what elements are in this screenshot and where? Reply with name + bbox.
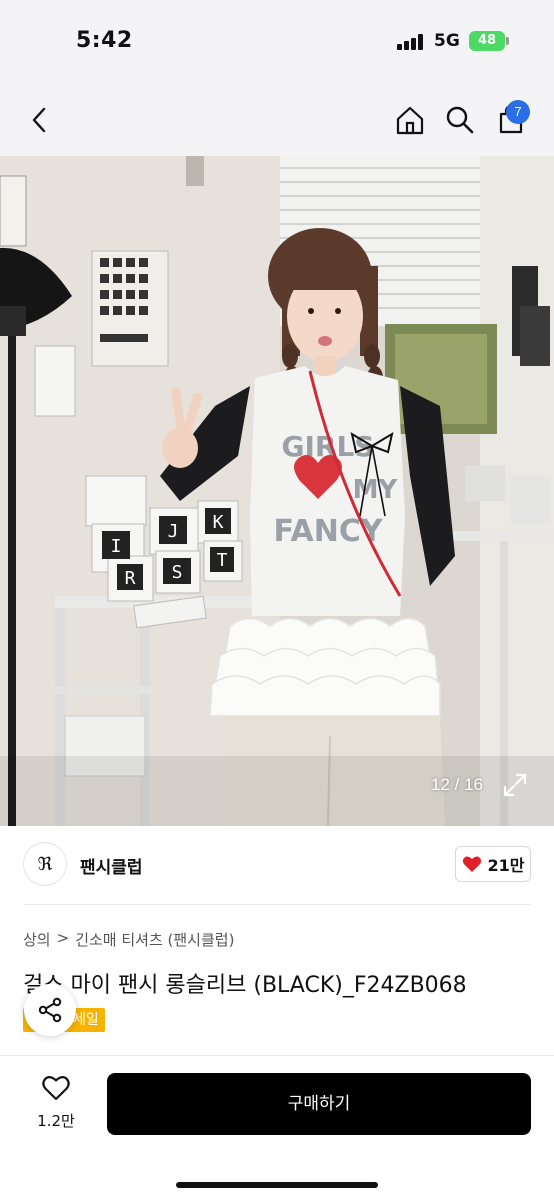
shop-logo[interactable]: ℜ <box>23 842 67 886</box>
product-image[interactable]: I J K R S T GIRLS MY FANCY <box>0 156 554 826</box>
search-icon[interactable] <box>442 102 478 138</box>
breadcrumb-item-category[interactable]: 상의 <box>23 929 51 950</box>
shop-like-button[interactable]: 21만 <box>455 846 531 882</box>
heart-filled-icon <box>462 856 481 872</box>
shop-row[interactable]: ℜ 팬시클럽 21만 <box>0 826 554 904</box>
breadcrumb-separator: > <box>56 929 70 947</box>
bottom-divider <box>0 1055 554 1056</box>
wish-count: 1.2만 <box>37 1112 75 1130</box>
status-time: 5:42 <box>76 28 133 53</box>
image-page-counter: 12 / 16 <box>431 775 483 794</box>
divider <box>23 904 531 905</box>
status-bar: 5:42 5G 48 <box>0 0 554 84</box>
home-indicator <box>176 1182 378 1188</box>
heart-outline-icon <box>42 1076 70 1101</box>
shop-name[interactable]: 팬시클럽 <box>80 853 143 878</box>
photo-box-letter: J <box>168 521 179 542</box>
product-photo-illustration: I J K R S T GIRLS MY FANCY <box>0 156 554 826</box>
home-icon[interactable] <box>392 102 428 138</box>
photo-box-letter: R <box>125 568 136 589</box>
battery-icon: 48 <box>469 31 505 51</box>
buy-button[interactable]: 구매하기 <box>107 1073 531 1135</box>
cart-count-badge: 7 <box>506 100 530 124</box>
photo-box-letter: K <box>213 512 224 533</box>
photo-box-letter: S <box>172 562 183 583</box>
shop-like-count: 21만 <box>487 856 525 875</box>
breadcrumb: 상의 > 긴소매 티셔츠 (팬시클럽) <box>23 929 234 950</box>
back-icon[interactable] <box>22 102 58 138</box>
nav-bar <box>0 84 554 156</box>
product-title: 걸스 마이 팬시 롱슬리브 (BLACK)_F24ZB068 <box>23 973 467 998</box>
signal-icon <box>397 34 425 50</box>
breadcrumb-item-subcategory[interactable]: 긴소매 티셔츠 (팬시클럽) <box>75 929 234 950</box>
network-label: 5G <box>434 31 460 51</box>
shirt-print-line-2: MY <box>353 475 399 505</box>
wish-button[interactable]: 1.2만 <box>30 1074 82 1134</box>
share-icon <box>38 997 62 1023</box>
battery-tip <box>506 37 509 45</box>
share-button[interactable] <box>24 984 76 1036</box>
photo-box-letter: T <box>217 550 228 571</box>
expand-icon[interactable] <box>502 772 528 798</box>
photo-box-letter: I <box>111 536 122 557</box>
